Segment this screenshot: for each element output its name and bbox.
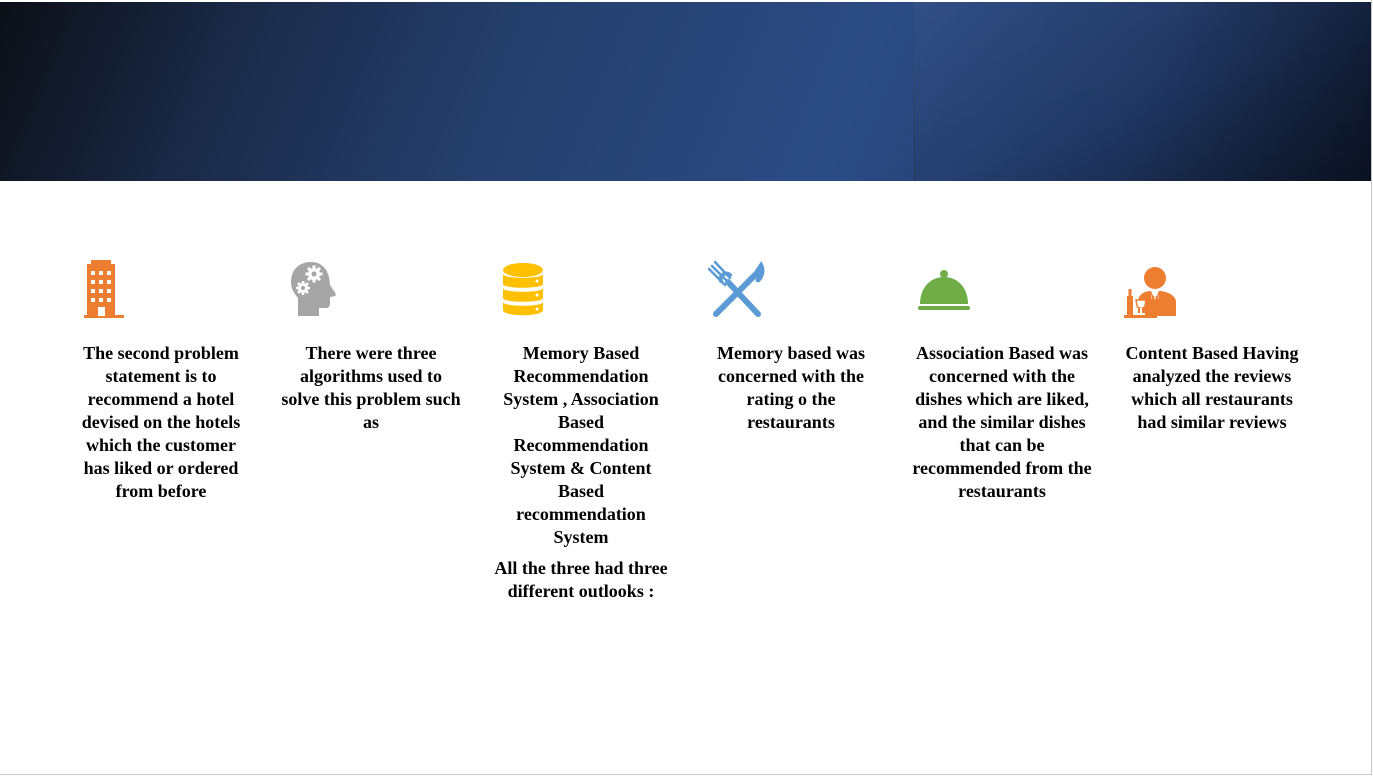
head-gears-icon [289,258,351,320]
column-text: There were three algorithms used to solv… [281,342,461,434]
column-text: Memory Based Recommendation System , Ass… [491,342,671,603]
fork-knife-icon [706,258,768,320]
waiter-icon [1124,258,1186,320]
column-paragraph: The second problem statement is to recom… [81,343,241,501]
column-paragraph: All the three had three different outloo… [494,558,668,601]
column-text: Content Based Having analyzed the review… [1122,342,1302,434]
column-text: Association Based was concerned with the… [912,342,1092,503]
banner-right-panel [914,2,1371,181]
column-paragraph: Content Based Having analyzed the review… [1125,343,1299,432]
slide: The second problem statement is to recom… [0,0,1372,775]
column-text: The second problem statement is to recom… [71,342,251,503]
building-icon [81,258,143,320]
column-paragraph: Association Based was concerned with the… [912,343,1092,501]
column-paragraph: Memory Based Recommendation System , Ass… [503,343,659,547]
header-banner [0,2,1371,181]
column-paragraph: Memory based was concerned with the rati… [717,343,865,432]
column-paragraph: There were three algorithms used to solv… [281,343,461,432]
database-icon [501,258,563,320]
column-text: Memory based was concerned with the rati… [701,342,881,434]
cloche-icon [916,258,978,320]
